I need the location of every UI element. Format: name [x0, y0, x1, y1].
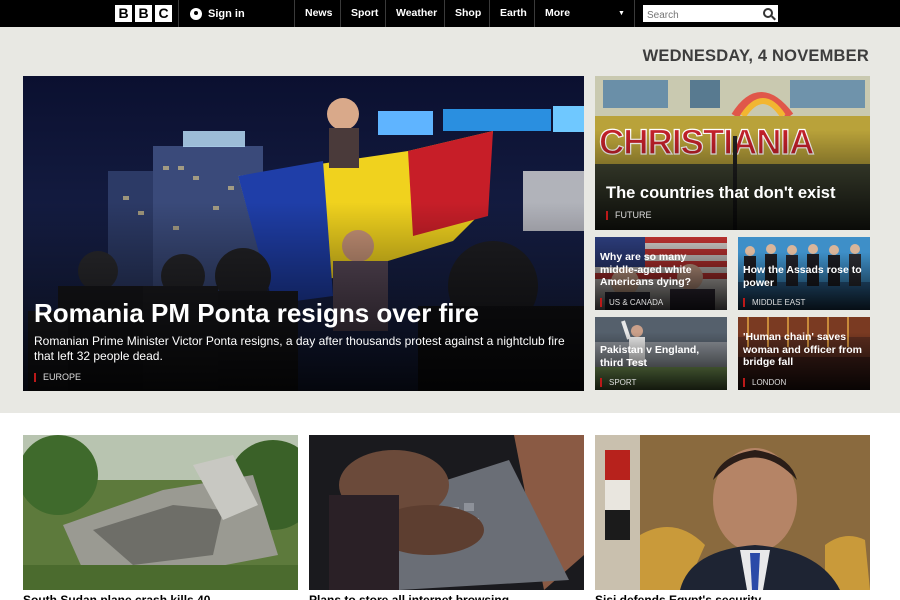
- nav-sport[interactable]: Sport: [351, 0, 378, 27]
- plane-crash-image: [23, 435, 298, 590]
- divider: [489, 0, 490, 27]
- sign-in-label: Sign in: [208, 7, 245, 20]
- main-story-headline[interactable]: Romania PM Ponta resigns over fire: [34, 298, 479, 328]
- search-input[interactable]: [643, 7, 755, 24]
- divider: [294, 0, 295, 27]
- nav-earth[interactable]: Earth: [500, 0, 527, 27]
- user-icon: [190, 7, 202, 20]
- feature-story-headline[interactable]: The countries that don't exist: [606, 183, 835, 203]
- divider: [634, 0, 635, 27]
- page-date: WEDNESDAY, 4 NOVEMBER: [642, 47, 869, 65]
- bbc-logo[interactable]: B B C: [115, 5, 172, 22]
- main-story-summary: Romanian Prime Minister Victor Ponta res…: [34, 334, 565, 363]
- logo-letter: B: [115, 5, 132, 22]
- divider: [178, 0, 179, 27]
- lower-story-image[interactable]: [23, 435, 298, 590]
- small-story-headline[interactable]: Pakistan v England, third Test: [600, 344, 724, 369]
- search-box[interactable]: [643, 5, 778, 24]
- nav-weather[interactable]: Weather: [396, 0, 437, 27]
- sign-in-link[interactable]: Sign in: [190, 0, 245, 27]
- lower-story-image[interactable]: [595, 435, 870, 590]
- small-story-headline[interactable]: Why are so many middle-aged white Americ…: [600, 251, 724, 289]
- main-story-card[interactable]: Romania PM Ponta resigns over fire Roman…: [23, 76, 584, 391]
- small-story-tag[interactable]: LONDON: [743, 378, 786, 387]
- small-story-tag[interactable]: US & CANADA: [600, 298, 663, 307]
- laptop-typing-image: [309, 435, 584, 590]
- lower-story-image[interactable]: [309, 435, 584, 590]
- feature-story-card[interactable]: CHRISTIANIA The countries that don't exi…: [595, 76, 870, 230]
- divider: [340, 0, 341, 27]
- lower-story-caption[interactable]: Sisi defends Egypt's security: [595, 593, 870, 600]
- top-navigation-bar: B B C Sign in News Sport Weather Shop Ea…: [0, 0, 900, 27]
- lower-story-caption[interactable]: South Sudan plane crash kills 40: [23, 593, 298, 600]
- nav-news[interactable]: News: [305, 0, 332, 27]
- divider: [444, 0, 445, 27]
- small-story-card[interactable]: 'Human chain' saves woman and officer fr…: [738, 317, 870, 390]
- logo-letter: B: [135, 5, 152, 22]
- small-story-card[interactable]: How the Assads rose to power MIDDLE EAST: [738, 237, 870, 310]
- small-story-tag[interactable]: SPORT: [600, 378, 636, 387]
- main-story-tag[interactable]: EUROPE: [34, 373, 81, 382]
- small-story-headline[interactable]: 'Human chain' saves woman and officer fr…: [743, 331, 867, 369]
- feature-story-tag[interactable]: FUTURE: [606, 211, 652, 220]
- small-story-tag[interactable]: MIDDLE EAST: [743, 298, 805, 307]
- logo-letter: C: [155, 5, 172, 22]
- divider: [385, 0, 386, 27]
- nav-shop[interactable]: Shop: [455, 0, 481, 27]
- chevron-down-icon[interactable]: ▼: [618, 0, 625, 27]
- small-story-card[interactable]: Pakistan v England, third Test SPORT: [595, 317, 727, 390]
- portrait-image: [595, 435, 870, 590]
- small-story-headline[interactable]: How the Assads rose to power: [743, 264, 867, 289]
- divider: [534, 0, 535, 27]
- small-story-card[interactable]: Why are so many middle-aged white Americ…: [595, 237, 727, 310]
- lower-story-caption[interactable]: Plans to store all internet browsing: [309, 593, 584, 600]
- search-icon[interactable]: [763, 8, 773, 18]
- nav-more[interactable]: More: [545, 0, 570, 27]
